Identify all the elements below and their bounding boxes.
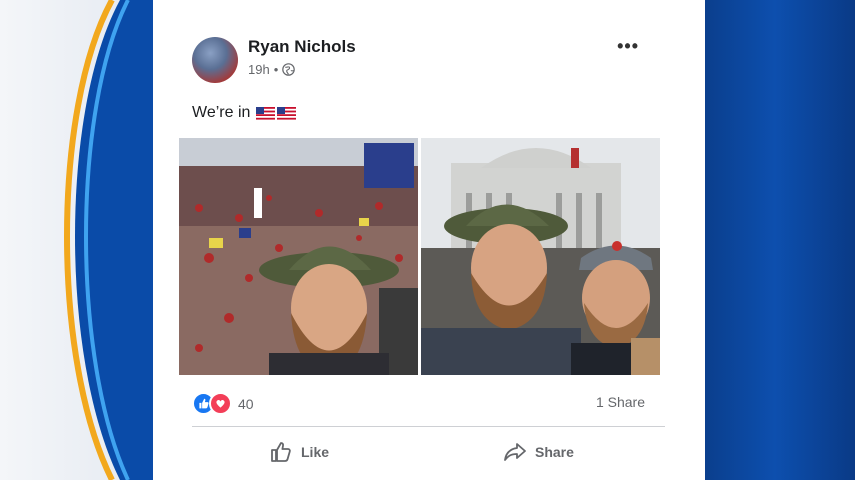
- post-photos: [179, 138, 660, 375]
- post-meta: 19h •: [248, 62, 296, 77]
- post-photo-crowd-selfie[interactable]: [179, 138, 418, 375]
- reaction-count: 40: [238, 395, 254, 412]
- more-options-icon[interactable]: •••: [617, 36, 639, 57]
- love-reaction-icon: [209, 392, 232, 415]
- like-button-label: Like: [301, 444, 330, 460]
- like-button[interactable]: Like: [269, 440, 329, 464]
- us-flag-emoji: [277, 106, 297, 120]
- flags-emoji-group: [256, 106, 297, 120]
- thumbs-up-icon: [271, 442, 291, 462]
- divider: [192, 426, 665, 427]
- share-button[interactable]: Share: [503, 440, 574, 464]
- post-author-name[interactable]: Ryan Nichols: [248, 37, 356, 57]
- share-count[interactable]: 1 Share: [596, 394, 645, 410]
- avatar[interactable]: [192, 37, 238, 83]
- post-photo-capitol-selfie[interactable]: [421, 138, 660, 375]
- facebook-post-card: Ryan Nichols 19h • ••• We’re in 40 1 Sha…: [153, 0, 705, 480]
- us-flag-emoji: [256, 106, 276, 120]
- broadcast-background-right: [695, 0, 855, 480]
- post-text: We’re in: [192, 104, 251, 121]
- share-button-label: Share: [535, 444, 574, 460]
- globe-icon: [282, 63, 296, 76]
- reaction-summary[interactable]: 40: [192, 392, 254, 415]
- share-arrow-icon: [504, 443, 526, 461]
- post-timestamp[interactable]: 19h: [248, 62, 270, 77]
- meta-separator: •: [273, 62, 279, 77]
- post-text-row: We’re in: [192, 104, 297, 122]
